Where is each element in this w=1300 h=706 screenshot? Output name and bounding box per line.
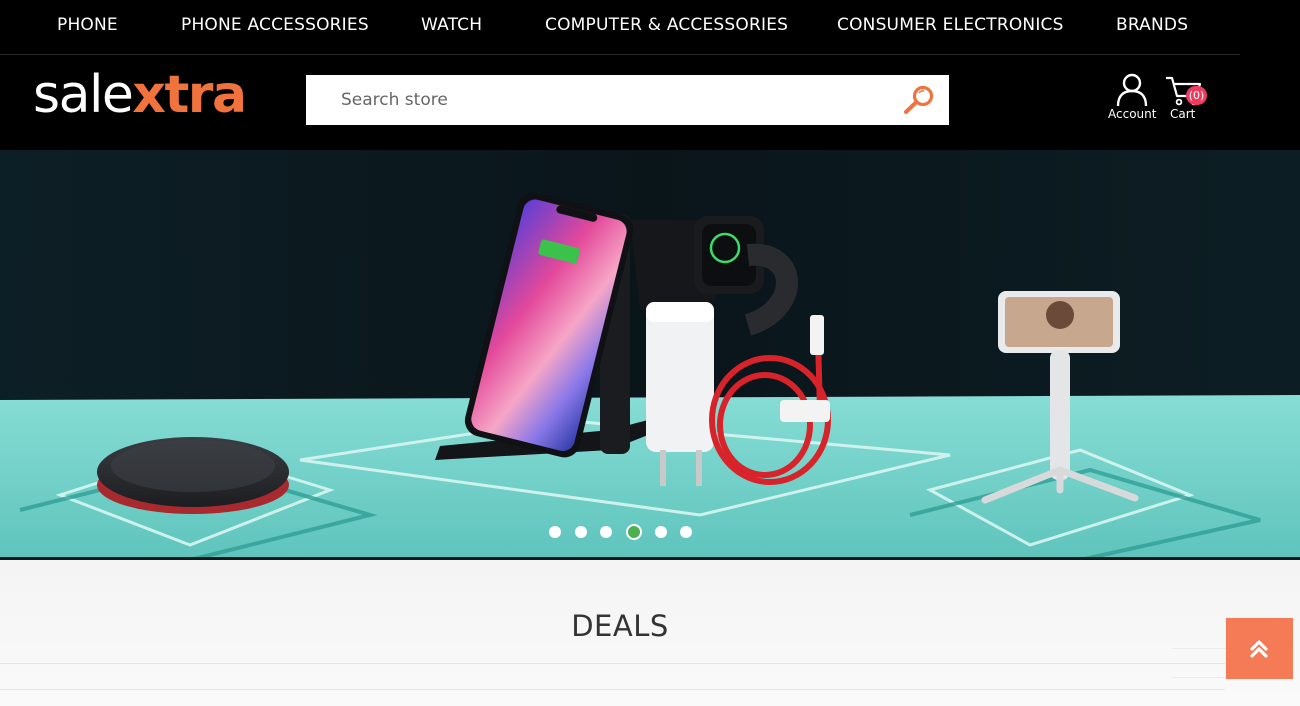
scroll-to-top-button[interactable] — [1226, 618, 1293, 679]
site-header: salextra Account (0) Cart — [0, 55, 1300, 150]
carousel-dot-4[interactable] — [626, 524, 642, 540]
banner-illustration — [0, 150, 1300, 560]
user-icon — [1116, 73, 1148, 107]
deals-nav-placeholder — [1172, 648, 1232, 678]
deals-heading: DEALS — [571, 609, 669, 643]
search-bar — [306, 75, 949, 125]
nav-computer-accessories[interactable]: COMPUTER & ACCESSORIES — [545, 15, 788, 35]
search-input[interactable] — [306, 75, 886, 125]
logo-text-xtra: xtra — [132, 65, 247, 125]
nav-watch[interactable]: WATCH — [421, 15, 482, 35]
account-link[interactable]: Account — [1106, 73, 1158, 123]
deals-divider-bottom — [0, 689, 1225, 690]
deals-divider-top — [0, 663, 1225, 664]
cart-count-badge: (0) — [1186, 86, 1207, 105]
cart-label: Cart — [1170, 107, 1196, 121]
nav-consumer-electronics[interactable]: CONSUMER ELECTRONICS — [837, 15, 1064, 35]
logo-text-sale: sale — [33, 65, 134, 125]
hero-banner[interactable] — [0, 150, 1300, 560]
nav-brands[interactable]: BRANDS — [1116, 15, 1188, 35]
account-label: Account — [1108, 107, 1157, 121]
nav-phone-accessories[interactable]: PHONE ACCESSORIES — [181, 15, 369, 35]
carousel-dot-6[interactable] — [680, 526, 692, 538]
site-logo[interactable]: salextra — [33, 69, 247, 121]
search-button[interactable] — [900, 82, 940, 118]
double-chevron-up-icon — [1250, 640, 1268, 658]
nav-phone[interactable]: PHONE — [57, 15, 118, 35]
carousel-dot-5[interactable] — [655, 526, 667, 538]
cart-link[interactable]: (0) Cart — [1164, 73, 1210, 123]
carousel-dot-1[interactable] — [549, 526, 561, 538]
carousel-dot-2[interactable] — [575, 526, 587, 538]
top-navigation: PHONE PHONE ACCESSORIES WATCH COMPUTER &… — [0, 0, 1300, 55]
magnifier-icon — [904, 85, 934, 114]
carousel-dot-3[interactable] — [600, 526, 612, 538]
